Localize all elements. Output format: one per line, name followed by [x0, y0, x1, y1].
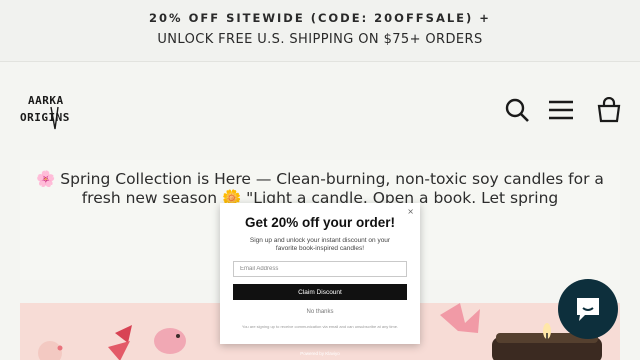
page: 20% OFF SITEWIDE (CODE: 20OFFSALE) + UNL…	[0, 0, 640, 360]
powered-by-text[interactable]: Powered by Klaviyo	[220, 351, 420, 356]
chat-button[interactable]	[558, 279, 618, 339]
email-field[interactable]	[233, 261, 407, 277]
no-thanks-link[interactable]: No thanks	[220, 309, 420, 315]
popup-subtitle: Sign up and unlock your instant discount…	[249, 237, 391, 252]
discount-popup: × Get 20% off your order! Sign up and un…	[220, 203, 420, 344]
claim-discount-button[interactable]: Claim Discount	[233, 284, 407, 300]
chat-icon	[577, 298, 599, 321]
popup-title: Get 20% off your order!	[244, 215, 396, 230]
popup-legal-text: You are signing up to receive communicat…	[241, 324, 399, 329]
